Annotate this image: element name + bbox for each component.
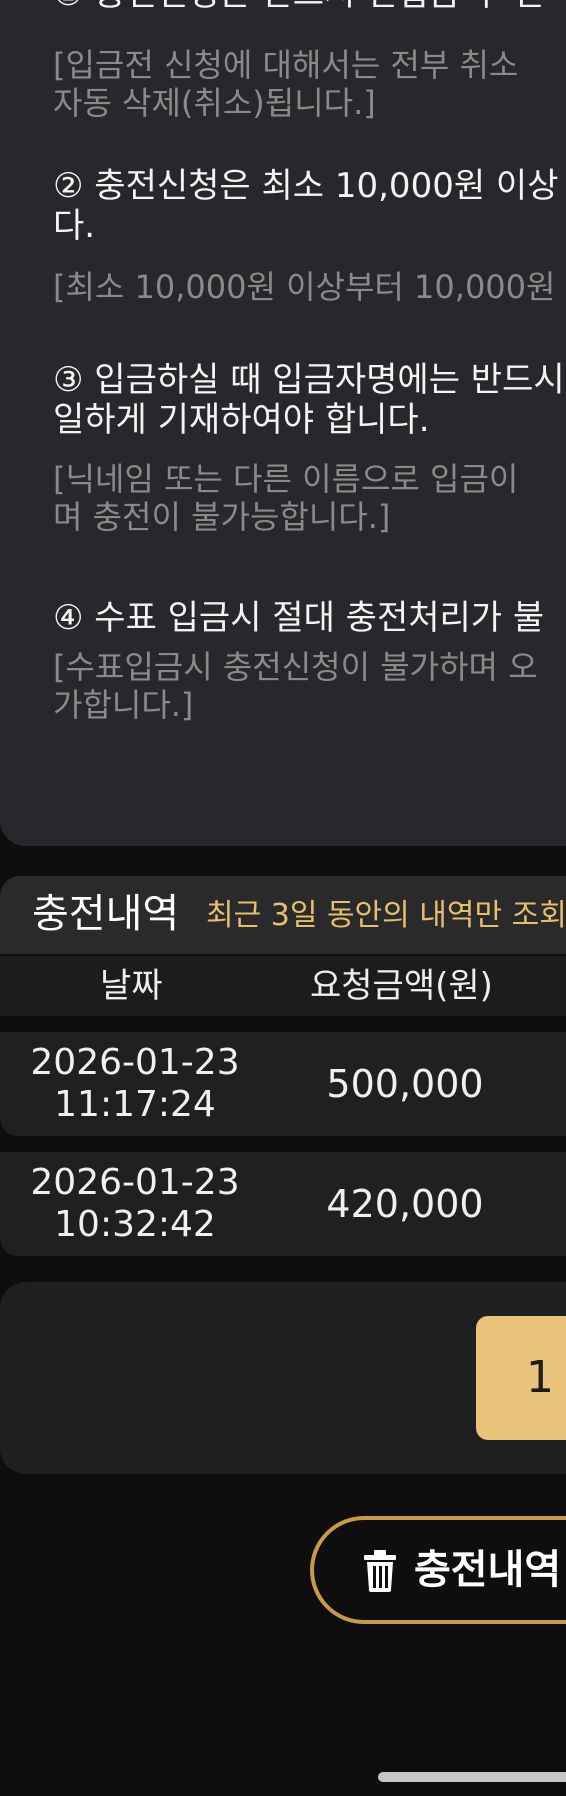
delete-history-label: 충전내역 xyxy=(414,1547,562,1593)
row-date: 2026-01-23 xyxy=(30,1162,240,1203)
column-header-date: 날짜 xyxy=(100,966,163,1006)
notice-title: ① 충전신청은 반드시 선입금 후 신 xyxy=(53,0,566,14)
notice-title: ② 충전신청은 최소 10,000원 이상 다. xyxy=(53,166,559,246)
notice-detail: [수표입금시 충전신청이 불가하며 오 가합니다.] xyxy=(53,648,538,724)
charge-page: ① 충전신청은 반드시 선입금 후 신 [입금전 신청에 대해서는 전부 취소 … xyxy=(0,0,566,1796)
row-time: 11:17:24 xyxy=(54,1084,216,1125)
row-datetime: 2026-01-23 11:17:24 xyxy=(0,1042,270,1126)
notice-item-2: ② 충전신청은 최소 10,000원 이상 다. [최소 10,000원 이상부… xyxy=(53,166,566,306)
pagination: 1 xyxy=(0,1282,566,1474)
table-row[interactable]: 2026-01-23 11:17:24 500,000 xyxy=(0,1032,566,1136)
row-date: 2026-01-23 xyxy=(30,1042,240,1083)
notice-title: ③ 입금하실 때 입금자명에는 반드시 일하게 기재하여야 합니다. xyxy=(53,360,565,440)
row-amount: 500,000 xyxy=(326,1062,484,1106)
delete-history-button[interactable]: 충전내역 xyxy=(310,1516,566,1624)
notice-detail: [닉네임 또는 다른 이름으로 입금이 며 충전이 불가능합니다.] xyxy=(53,460,519,536)
trash-icon xyxy=(362,1550,398,1592)
notice-detail: [최소 10,000원 이상부터 10,000원 xyxy=(53,268,556,306)
notice-item-4: ④ 수표 입금시 절대 충전처리가 불 [수표입금시 충전신청이 불가하며 오 … xyxy=(53,598,566,724)
notice-card: ① 충전신청은 반드시 선입금 후 신 [입금전 신청에 대해서는 전부 취소 … xyxy=(0,0,566,846)
history-period-note: 최근 3일 동안의 내역만 조회 xyxy=(206,898,566,933)
history-header: 충전내역 최근 3일 동안의 내역만 조회 xyxy=(0,876,566,954)
row-amount: 420,000 xyxy=(326,1182,484,1226)
notice-title: ④ 수표 입금시 절대 충전처리가 불 xyxy=(53,598,545,638)
notice-detail: [입금전 신청에 대해서는 전부 취소 자동 삭제(취소)됩니다.] xyxy=(53,46,519,122)
column-header-amount: 요청금액(원) xyxy=(310,966,493,1006)
notice-item-3: ③ 입금하실 때 입금자명에는 반드시 일하게 기재하여야 합니다. [닉네임 … xyxy=(53,360,566,536)
notice-item-1: ① 충전신청은 반드시 선입금 후 신 [입금전 신청에 대해서는 전부 취소 … xyxy=(53,0,566,122)
row-datetime: 2026-01-23 10:32:42 xyxy=(0,1162,270,1246)
history-title: 충전내역 xyxy=(32,891,180,937)
row-time: 10:32:42 xyxy=(54,1204,216,1245)
home-indicator[interactable] xyxy=(378,1772,566,1782)
page-button-current[interactable]: 1 xyxy=(476,1316,566,1440)
table-header: 날짜 요청금액(원) xyxy=(0,956,566,1016)
table-row[interactable]: 2026-01-23 10:32:42 420,000 xyxy=(0,1152,566,1256)
